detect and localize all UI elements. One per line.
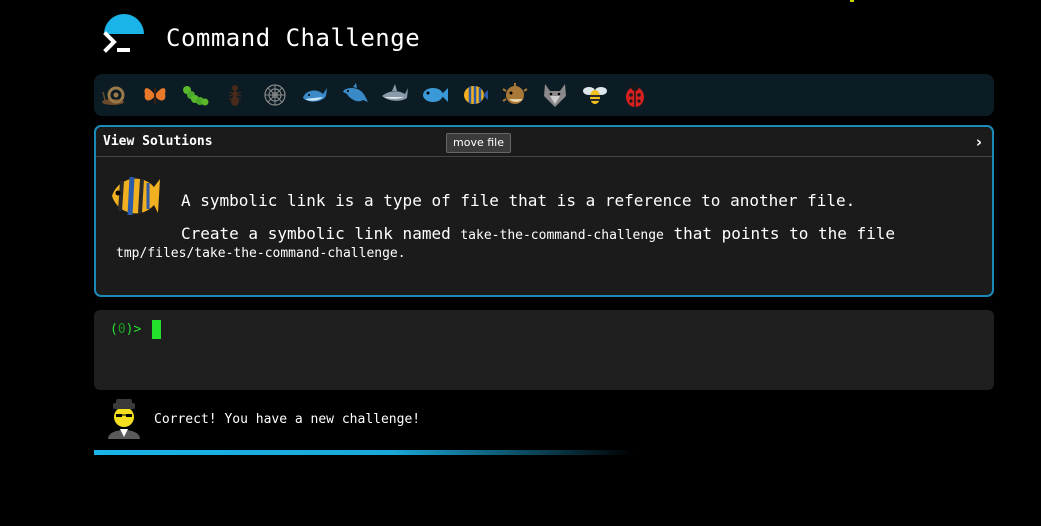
- shark-icon[interactable]: [380, 81, 410, 109]
- wolf-icon[interactable]: [540, 81, 570, 109]
- terminal-input[interactable]: (0)>: [94, 310, 994, 390]
- spider-web-icon[interactable]: [260, 81, 290, 109]
- view-solutions-toggle[interactable]: View Solutions: [103, 134, 213, 149]
- butterfly-icon[interactable]: [140, 81, 170, 109]
- caterpillar-icon[interactable]: [180, 81, 210, 109]
- blowfish-icon[interactable]: [500, 81, 530, 109]
- dolphin-icon[interactable]: [340, 81, 370, 109]
- page: Command Challenge View Solutions move fi…: [0, 0, 1041, 526]
- instruction-suffix: that points to the file: [663, 224, 896, 243]
- challenge-panel: View Solutions move file › A symbolic li…: [94, 125, 994, 297]
- snail-icon[interactable]: [100, 81, 130, 109]
- prompt-close: )>: [125, 322, 142, 337]
- bee-icon[interactable]: [580, 81, 610, 109]
- exit-status: 0: [117, 322, 126, 337]
- whale-icon[interactable]: [300, 81, 330, 109]
- challenge-instruction: Create a symbolic link named take-the-co…: [181, 224, 895, 243]
- shell-prompt: (0)>: [110, 322, 141, 337]
- challenge-description: A symbolic link is a type of file that i…: [181, 191, 856, 210]
- ladybug-icon[interactable]: [620, 81, 650, 109]
- chevron-right-icon[interactable]: ›: [976, 133, 982, 151]
- progress-bar: [94, 450, 634, 455]
- move-file-button[interactable]: move file: [446, 133, 511, 153]
- tropical-fish-icon[interactable]: [460, 81, 490, 109]
- text-cursor: [152, 320, 161, 339]
- status-message: Correct! You have a new challenge!: [154, 412, 421, 427]
- link-name-code: take-the-command-challenge: [460, 228, 664, 243]
- page-title: Command Challenge: [166, 24, 421, 52]
- instruction-prefix: Create a symbolic link named: [181, 224, 461, 243]
- solutions-header[interactable]: View Solutions move file ›: [96, 127, 992, 157]
- ant-icon[interactable]: [220, 81, 250, 109]
- progress-fill: [94, 450, 634, 455]
- terminal-prompt-icon[interactable]: [102, 14, 146, 58]
- decorative-dot: [850, 0, 854, 2]
- tropical-fish-icon: [112, 176, 160, 216]
- fish-icon[interactable]: [420, 81, 450, 109]
- target-path-code: tmp/files/take-the-command-challenge.: [116, 246, 406, 261]
- prompt-glyph-icon: [103, 31, 130, 53]
- achievement-bar: [94, 74, 994, 116]
- person-avatar-icon: [108, 399, 140, 439]
- prompt-open: (: [110, 322, 118, 337]
